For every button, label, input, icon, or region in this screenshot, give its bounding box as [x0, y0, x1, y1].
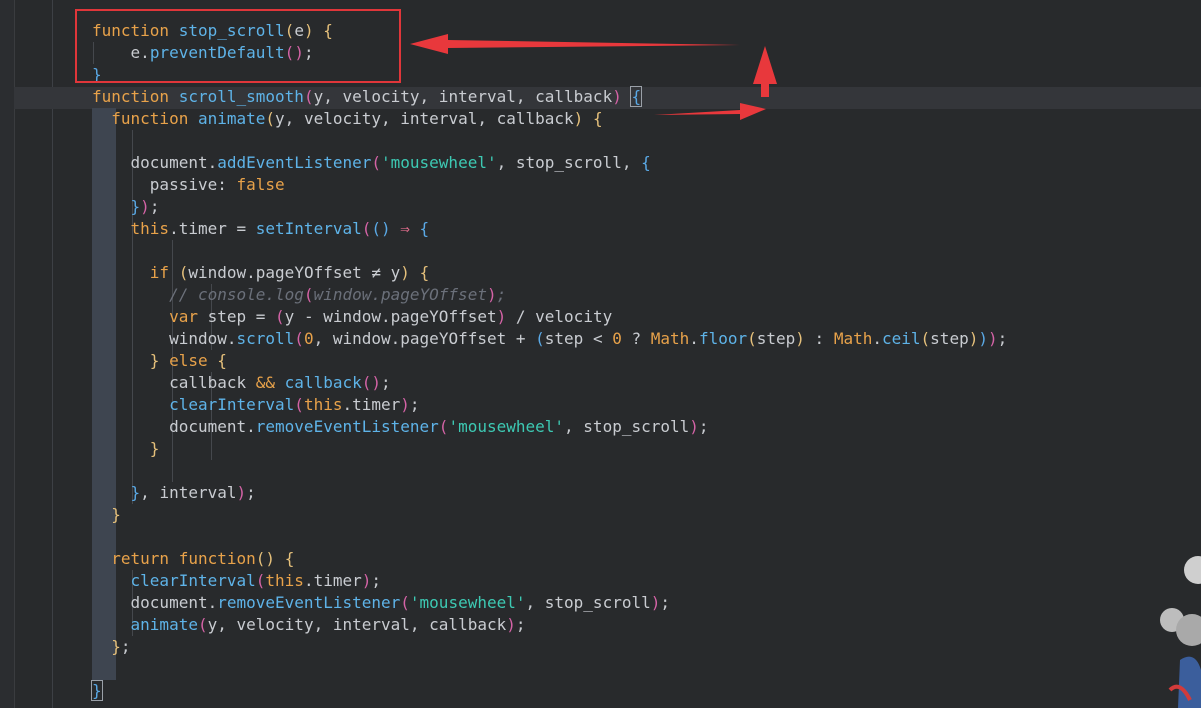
decorative-character-image: [1160, 556, 1201, 708]
annotation-arrow: [753, 46, 777, 97]
annotation-arrows: [410, 34, 777, 120]
code-editor[interactable]: function stop_scroll(e) { e.preventDefau…: [0, 0, 1201, 708]
annotation-arrow: [410, 34, 740, 54]
annotation-arrow: [654, 103, 766, 120]
